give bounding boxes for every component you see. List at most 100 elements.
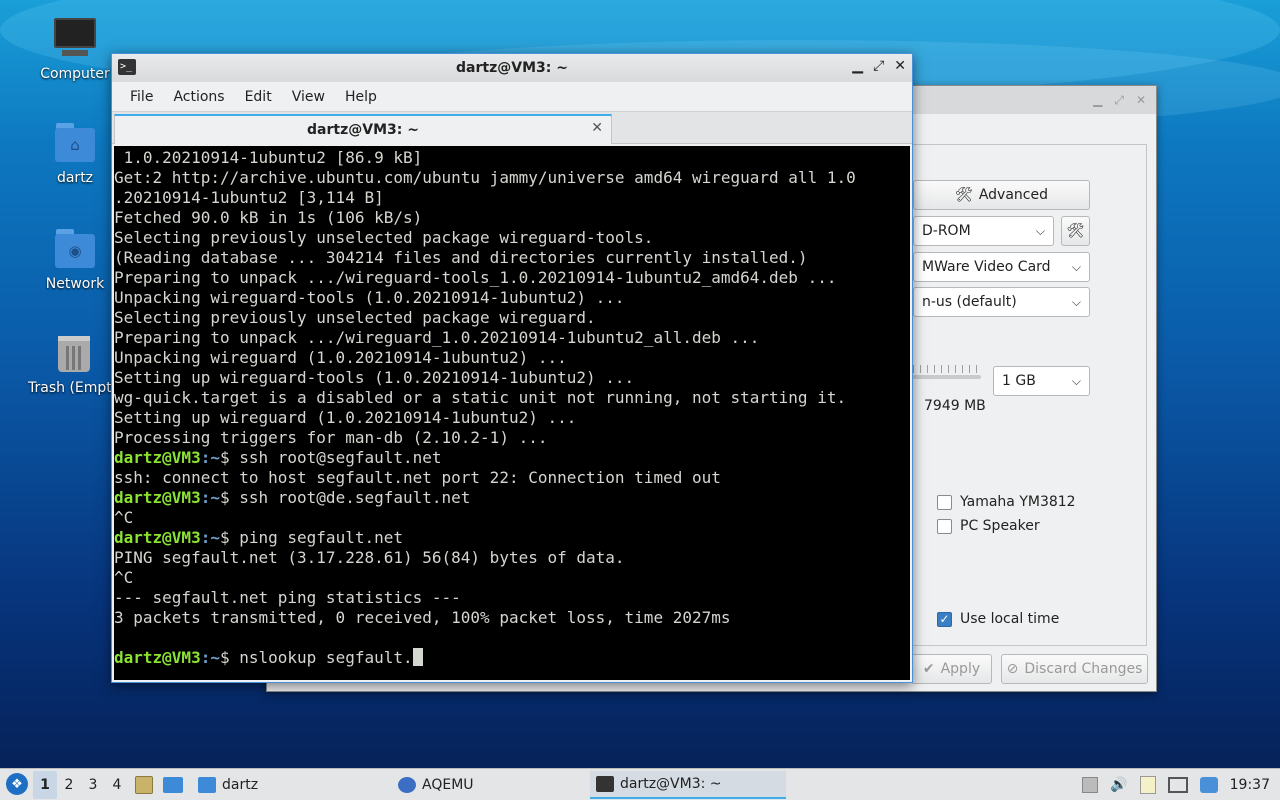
maximize-icon[interactable]: ⤢ <box>873 58 884 74</box>
free-memory-label: 7949 MB <box>924 398 986 414</box>
task-folder-dartz[interactable]: dartz <box>192 771 264 799</box>
prompt-user: dartz@VM3 <box>114 648 201 667</box>
prompt-user: dartz@VM3 <box>114 528 201 547</box>
workspace-4[interactable]: 4 <box>105 771 129 799</box>
cdrom-settings-button[interactable]: 🛠 <box>1061 216 1090 246</box>
terminal-line: Setting up wireguard (1.0.20210914-1ubun… <box>114 408 577 427</box>
prompt-path: :~ <box>200 448 220 467</box>
trash-icon <box>53 332 95 374</box>
command-text: $ ssh root@segfault.net <box>219 448 442 467</box>
terminal-line: 3 packets transmitted, 0 received, 100% … <box>114 608 731 627</box>
terminal-titlebar[interactable]: >_ dartz@VM3: ~ ▁ ⤢ ✕ <box>112 54 912 82</box>
workspace-3[interactable]: 3 <box>81 771 105 799</box>
terminal-app-icon: >_ <box>118 59 136 75</box>
desktop-icon-trash[interactable]: Trash (Empty) <box>24 332 124 396</box>
desktop-icon-label: dartz <box>56 170 94 186</box>
tray-arrow-icon[interactable] <box>1082 777 1099 793</box>
terminal-line: Unpacking wireguard-tools (1.0.20210914-… <box>114 288 625 307</box>
prompt-line: dartz@VM3:~$ ping segfault.net <box>114 528 910 548</box>
video-card-combo[interactable]: MWare Video Card ⌵ <box>913 252 1090 282</box>
minimize-icon[interactable]: ▁ <box>1093 93 1102 107</box>
clock[interactable]: 19:37 <box>1230 777 1270 793</box>
checkmark-icon: ✓ <box>937 611 952 627</box>
network-icon[interactable] <box>1167 777 1188 793</box>
terminal-line: Selecting previously unselected package … <box>114 228 654 247</box>
terminal-window[interactable]: >_ dartz@VM3: ~ ▁ ⤢ ✕ File Actions Edit … <box>111 53 913 683</box>
prompt-user: dartz@VM3 <box>114 488 201 507</box>
desktop-icon-label: Computer <box>40 66 110 82</box>
command-text: $ ping segfault.net <box>219 528 403 547</box>
tab-bar: dartz@VM3: ~ ✕ <box>112 112 912 144</box>
discard-changes-button[interactable]: ⊘ Discard Changes <box>1001 654 1148 684</box>
terminal-line: Fetched 90.0 kB in 1s (106 kB/s) <box>114 208 423 227</box>
terminal-line: Unpacking wireguard (1.0.20210914-1ubunt… <box>114 348 567 367</box>
memory-slider[interactable] <box>913 363 981 381</box>
workspace-1[interactable]: 1 <box>33 771 57 799</box>
terminal-line: Preparing to unpack .../wireguard-tools_… <box>114 268 837 287</box>
desktop-icon-home[interactable]: ⌂ dartz <box>30 122 120 186</box>
update-notifier-icon[interactable] <box>1199 777 1218 793</box>
terminal-icon <box>596 776 614 792</box>
check-icon: ✔ <box>922 661 935 677</box>
terminal-line: PING segfault.net (3.17.228.61) 56(84) b… <box>114 548 625 567</box>
command-text: $ ssh root@de.segfault.net <box>219 488 471 507</box>
terminal-line: Processing triggers for man-db (2.10.2-1… <box>114 428 548 447</box>
terminal-line: 1.0.20210914-1ubuntu2 [86.9 kB] <box>114 148 423 167</box>
terminal-line: Setting up wireguard-tools (1.0.20210914… <box>114 368 635 387</box>
desktop-icon-label: Network <box>45 276 105 292</box>
terminal-line: (Reading database ... 304214 files and d… <box>114 248 808 267</box>
sound-yamaha-checkbox[interactable]: Yamaha YM3812 <box>937 494 1076 510</box>
tools-icon: 🛠 <box>1066 223 1085 239</box>
terminal-line: ssh: connect to host segfault.net port 2… <box>114 468 721 487</box>
cdrom-combo[interactable]: D-ROM ⌵ <box>913 216 1054 246</box>
sound-pc-speaker-checkbox[interactable]: PC Speaker <box>937 518 1040 534</box>
folder-icon <box>198 777 216 793</box>
file-manager-launcher-icon[interactable] <box>135 776 153 794</box>
chevron-down-icon: ⌵ <box>1071 373 1081 388</box>
system-tray: 🔊 19:37 <box>1082 769 1280 800</box>
menu-file[interactable]: File <box>122 85 161 109</box>
advanced-button[interactable]: 🛠 Advanced <box>913 180 1090 210</box>
apply-button[interactable]: ✔ Apply <box>911 654 992 684</box>
menu-help[interactable]: Help <box>337 85 385 109</box>
clipboard-icon[interactable] <box>1139 776 1156 794</box>
close-icon[interactable]: ✕ <box>894 58 906 74</box>
menu-actions[interactable]: Actions <box>165 85 232 109</box>
maximize-icon[interactable]: ⤢ <box>1114 93 1124 108</box>
close-icon[interactable]: ✕ <box>1136 93 1146 107</box>
chevron-down-icon: ⌵ <box>1035 223 1045 238</box>
network-folder-icon: ◉ <box>54 228 96 270</box>
chevron-down-icon: ⌵ <box>1071 294 1081 309</box>
prompt-path: :~ <box>200 488 220 507</box>
keyboard-layout-combo[interactable]: n-us (default) ⌵ <box>913 287 1090 317</box>
tab-terminal[interactable]: dartz@VM3: ~ ✕ <box>114 114 612 144</box>
prompt-line: dartz@VM3:~$ ssh root@de.segfault.net <box>114 488 910 508</box>
terminal-line: --- segfault.net ping statistics --- <box>114 588 461 607</box>
workspace-2[interactable]: 2 <box>57 771 81 799</box>
cancel-icon: ⊘ <box>1006 661 1019 677</box>
desktop-icon-network[interactable]: ◉ Network <box>30 228 120 292</box>
desktop-icon-computer[interactable]: Computer <box>30 18 120 82</box>
menu-edit[interactable]: Edit <box>237 85 280 109</box>
volume-icon[interactable]: 🔊 <box>1110 777 1127 793</box>
close-tab-icon[interactable]: ✕ <box>591 120 603 136</box>
text-cursor <box>412 648 423 666</box>
task-aqemu[interactable]: AQEMU <box>392 771 480 799</box>
use-local-time-checkbox[interactable]: ✓ Use local time <box>937 611 1059 627</box>
chevron-down-icon: ⌵ <box>1071 259 1081 274</box>
menu-bar: File Actions Edit View Help <box>112 82 912 112</box>
desktop-icon-label: Trash (Empty) <box>28 380 124 396</box>
terminal-line: Get:2 http://archive.ubuntu.com/ubuntu j… <box>114 168 856 187</box>
computer-icon <box>54 18 96 60</box>
start-menu-icon[interactable]: ❖ <box>6 773 28 795</box>
task-terminal[interactable]: dartz@VM3: ~ <box>590 771 786 799</box>
minimize-icon[interactable]: ▁ <box>852 58 863 74</box>
taskbar: ❖ 1 2 3 4 dartz AQEMU dartz@VM3: ~ 🔊 19:… <box>0 768 1280 800</box>
show-desktop-icon[interactable] <box>163 777 183 793</box>
memory-combo[interactable]: 1 GB ⌵ <box>993 366 1090 396</box>
terminal-line: Preparing to unpack .../wireguard_1.0.20… <box>114 328 760 347</box>
menu-view[interactable]: View <box>284 85 333 109</box>
terminal-output[interactable]: 1.0.20210914-1ubuntu2 [86.9 kB] Get:2 ht… <box>114 146 910 680</box>
terminal-line: .20210914-1ubuntu2 [3,114 B] <box>114 188 384 207</box>
